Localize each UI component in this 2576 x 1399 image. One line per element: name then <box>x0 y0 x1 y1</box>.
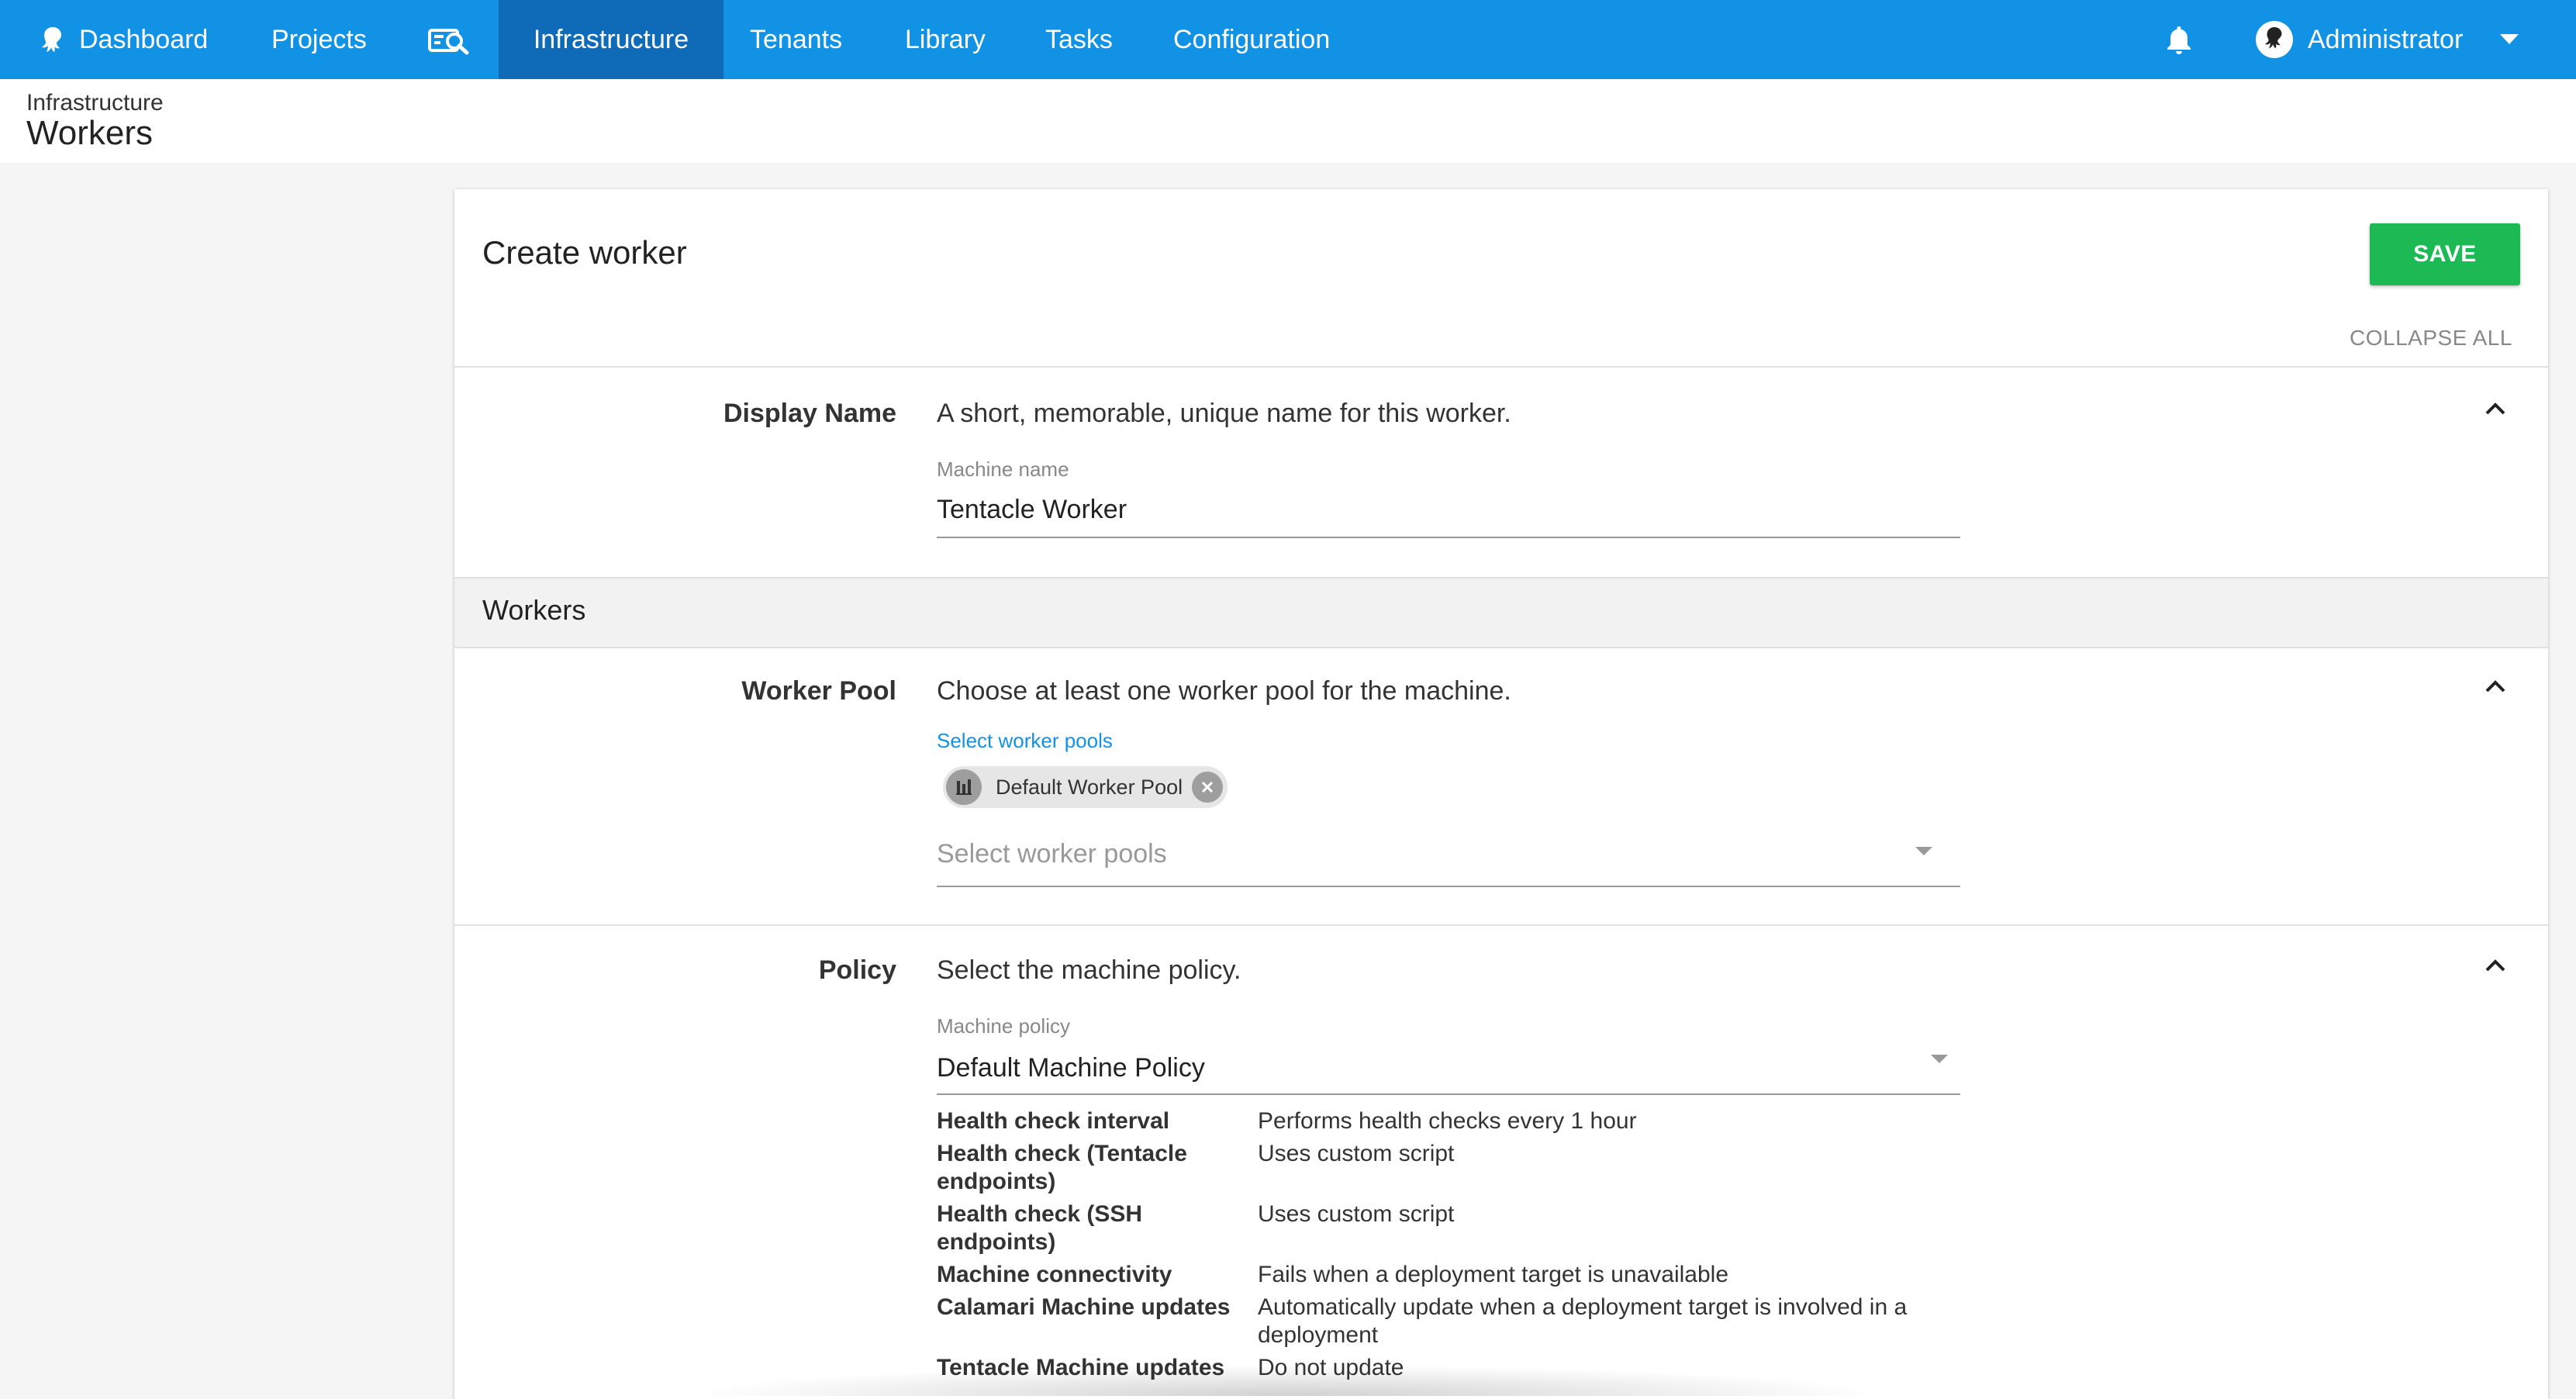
nav-dashboard[interactable]: Dashboard <box>37 0 208 79</box>
nav-tasks[interactable]: Tasks <box>1045 0 1113 79</box>
dropdown-arrow-icon[interactable] <box>1915 847 1932 855</box>
nav-projects-label: Projects <box>271 24 367 54</box>
remove-chip-icon[interactable] <box>1192 772 1224 803</box>
nav-configuration[interactable]: Configuration <box>1173 0 1330 79</box>
octopus-logo-icon <box>37 24 68 55</box>
machine-name-label: Machine name <box>937 458 1069 481</box>
policy-detail-value: Performs health checks every 1 hour <box>1258 1108 1637 1134</box>
worker-pools-underline <box>937 886 1960 887</box>
policy-detail-key: Calamari Machine updates <box>937 1294 1231 1320</box>
nav-search-machines[interactable] <box>428 0 470 79</box>
nav-tenants[interactable]: Tenants <box>750 0 842 79</box>
policy-detail-row: Health check (SSH endpoints) Uses custom… <box>937 1200 1960 1259</box>
notifications-button[interactable] <box>2165 0 2193 79</box>
chevron-up-icon[interactable] <box>2481 673 2509 701</box>
breadcrumb[interactable]: Infrastructure <box>26 90 164 116</box>
policy-detail-value: Uses custom script <box>1258 1141 1455 1166</box>
nav-dashboard-label: Dashboard <box>79 24 209 54</box>
policy-detail-value: Uses custom script <box>1258 1201 1455 1227</box>
workers-section-header: Workers <box>454 577 2548 648</box>
page-header: Infrastructure Workers <box>0 79 2576 163</box>
user-menu[interactable]: Administrator <box>2255 0 2519 79</box>
machine-policy-label: Machine policy <box>937 1014 1070 1038</box>
chevron-up-icon[interactable] <box>2481 396 2509 423</box>
display-name-description: A short, memorable, unique name for this… <box>937 399 1511 428</box>
machine-name-input[interactable]: Tentacle Worker <box>937 495 1127 525</box>
nav-projects[interactable]: Projects <box>271 0 367 79</box>
worker-pool-chip-label: Default Worker Pool <box>996 775 1183 799</box>
nav-infrastructure[interactable]: Infrastructure <box>499 0 723 79</box>
form-title: Create worker <box>482 234 687 271</box>
nav-tasks-label: Tasks <box>1045 24 1113 54</box>
chevron-up-icon[interactable] <box>2481 952 2509 980</box>
worker-pool-label: Worker Pool <box>741 676 896 706</box>
policy-detail-row: Health check (Tentacle endpoints) Uses c… <box>937 1140 1960 1199</box>
nav-configuration-label: Configuration <box>1173 24 1331 54</box>
policy-detail-key: Machine connectivity <box>937 1262 1172 1287</box>
divider <box>454 366 2548 368</box>
policy-detail-key: Health check interval <box>937 1108 1170 1134</box>
nav-infrastructure-label: Infrastructure <box>533 24 689 54</box>
save-button[interactable]: SAVE <box>2370 223 2520 285</box>
worker-pools-select-input[interactable]: Select worker pools <box>937 839 1167 869</box>
policy-detail-row: Machine connectivity Fails when a deploy… <box>937 1261 1960 1292</box>
policy-detail-key: Health check (Tentacle endpoints) <box>937 1141 1187 1194</box>
chevron-down-icon <box>2500 34 2519 45</box>
search-machines-icon <box>428 24 470 55</box>
bell-icon <box>2165 24 2193 55</box>
page-title: Workers <box>26 114 153 152</box>
worker-pool-chip[interactable]: Default Worker Pool <box>943 766 1228 808</box>
user-name: Administrator <box>2308 24 2464 54</box>
dropdown-arrow-icon[interactable] <box>1931 1055 1948 1063</box>
policy-detail-value: Automatically update when a deployment t… <box>1258 1294 1908 1348</box>
nav-library[interactable]: Library <box>905 0 986 79</box>
workers-section-title: Workers <box>482 594 586 626</box>
select-worker-pools-label: Select worker pools <box>937 729 1113 752</box>
top-nav-bar: Dashboard Projects Infrastructure Tenant… <box>0 0 2576 79</box>
policy-detail-row: Calamari Machine updates Automatically u… <box>937 1294 1960 1352</box>
policy-detail-value: Fails when a deployment target is unavai… <box>1258 1262 1729 1287</box>
display-name-label: Display Name <box>723 399 896 428</box>
machine-policy-select[interactable]: Default Machine Policy <box>937 1053 1205 1083</box>
worker-pool-icon <box>946 769 982 805</box>
machine-name-underline <box>937 537 1960 538</box>
policy-description: Select the machine policy. <box>937 955 1241 985</box>
divider <box>454 924 2548 926</box>
collapse-all-button[interactable]: COLLAPSE ALL <box>2350 326 2512 351</box>
scroll-shadow <box>682 1365 1892 1396</box>
policy-label: Policy <box>818 955 896 985</box>
policy-detail-row: Health check interval Performs health ch… <box>937 1107 1960 1138</box>
machine-policy-underline <box>937 1093 1960 1095</box>
nav-tenants-label: Tenants <box>750 24 843 54</box>
worker-pool-description: Choose at least one worker pool for the … <box>937 676 1511 706</box>
nav-library-label: Library <box>905 24 986 54</box>
create-worker-card: Create worker SAVE COLLAPSE ALL Display … <box>454 189 2548 1399</box>
avatar <box>2255 20 2294 59</box>
policy-detail-key: Health check (SSH endpoints) <box>937 1201 1143 1255</box>
